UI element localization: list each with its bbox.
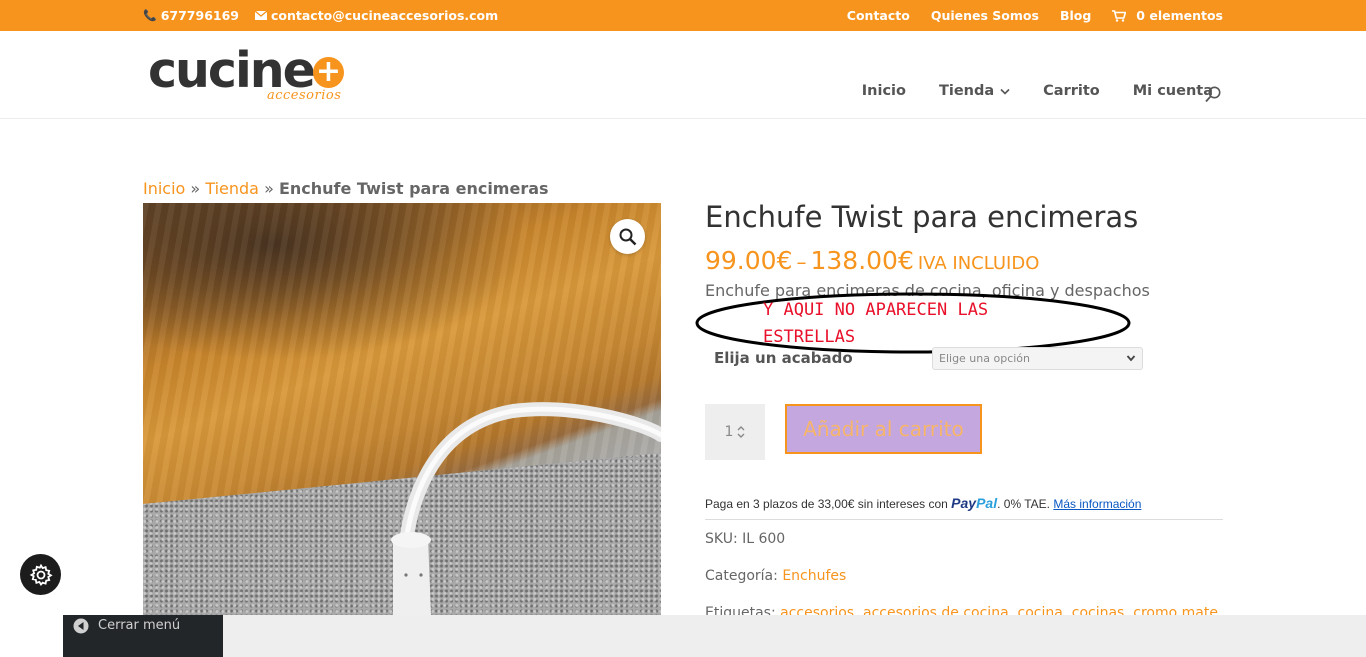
breadcrumb: Inicio » Tienda » Enchufe Twist para enc… — [143, 179, 549, 198]
settings-button[interactable] — [20, 554, 61, 595]
email-contact[interactable]: contacto@cucineaccesorios.com — [254, 8, 499, 23]
category-label: Categoría: — [705, 568, 778, 584]
paypal-more-info-link[interactable]: Más información — [1053, 497, 1141, 511]
price-dash: – — [796, 250, 807, 274]
logo-subtitle: accesorios — [267, 88, 342, 103]
site-header: cucine + accesorios Inicio Tienda Carrit… — [0, 31, 1366, 119]
phone-contact[interactable]: 📞 677796169 — [143, 8, 239, 23]
nav-item-carrito[interactable]: Carrito — [1043, 83, 1100, 99]
variant-label: Elija un acabado — [714, 349, 853, 367]
sku-label: SKU: — [705, 531, 738, 547]
breadcrumb-current: Enchufe Twist para encimeras — [278, 179, 549, 198]
nav-item-tienda[interactable]: Tienda — [939, 83, 1010, 99]
breadcrumb-shop[interactable]: Tienda — [205, 179, 259, 198]
category-link[interactable]: Enchufes — [782, 568, 846, 584]
search-icon[interactable] — [1205, 86, 1221, 103]
zoom-icon — [619, 228, 636, 245]
product-title: Enchufe Twist para encimeras — [705, 200, 1139, 234]
product-category: Categoría: Enchufes — [705, 568, 846, 584]
nav-item-inicio[interactable]: Inicio — [862, 83, 906, 99]
variant-select-value: Elige una opción — [939, 352, 1031, 365]
site-logo[interactable]: cucine + accesorios — [148, 42, 348, 108]
email-address: contacto@cucineaccesorios.com — [270, 8, 499, 23]
annotation-line: Y AQUI NO APARECEN LAS — [763, 300, 989, 320]
mail-icon — [254, 11, 267, 20]
topbar-link-blog[interactable]: Blog — [1060, 8, 1091, 23]
breadcrumb-separator: » — [185, 179, 206, 198]
arrow-left-icon — [73, 618, 89, 634]
quantity-value: 1 — [724, 424, 734, 440]
main-nav: Inicio Tienda Carrito Mi cuenta — [862, 83, 1213, 99]
breadcrumb-separator: » — [258, 179, 279, 198]
product-price: 99.00€ –138.00€ IVA INCLUIDO — [705, 246, 1039, 275]
topbar-link-quienes-somos[interactable]: Quienes Somos — [931, 8, 1039, 23]
bottom-panel — [63, 615, 1366, 657]
price-suffix: IVA INCLUIDO — [917, 253, 1040, 274]
quantity-stepper[interactable]: 1 — [705, 404, 765, 460]
chevron-down-icon — [1126, 355, 1136, 362]
paypal-logo-pay: Pay — [951, 495, 977, 511]
paypal-text: Paga en 3 plazos de 33,00€ sin intereses… — [705, 497, 952, 511]
divider — [705, 519, 1223, 520]
close-menu-label: Cerrar menú — [98, 618, 181, 633]
add-to-cart-button[interactable]: Añadir al carrito — [785, 404, 982, 454]
phone-number: 677796169 — [160, 8, 239, 23]
product-image-cable — [391, 402, 661, 615]
phone-icon: 📞 — [143, 9, 157, 22]
nav-item-tienda-label: Tienda — [938, 83, 995, 99]
chevron-down-icon — [1000, 88, 1010, 95]
variant-select[interactable]: Elige una opción — [932, 347, 1143, 370]
stepper-arrows-icon — [737, 426, 745, 438]
price-min: 99.00€ — [705, 246, 793, 275]
cart-icon — [1112, 9, 1127, 22]
sku-value: IL 600 — [742, 531, 786, 547]
close-menu-button[interactable]: Cerrar menú — [63, 615, 223, 657]
gear-icon — [29, 563, 53, 586]
paypal-tae: . 0% TAE. — [997, 497, 1054, 511]
zoom-button[interactable] — [610, 219, 645, 254]
breadcrumb-home[interactable]: Inicio — [143, 179, 185, 198]
annotation-note: Y AQUI NO APARECEN LAS ESTRELLAS — [763, 297, 988, 351]
paypal-installments: Paga en 3 plazos de 33,00€ sin intereses… — [705, 495, 1141, 511]
topbar-link-contacto[interactable]: Contacto — [847, 8, 910, 23]
product-sku: SKU: IL 600 — [705, 531, 785, 547]
nav-item-mi-cuenta[interactable]: Mi cuenta — [1133, 83, 1213, 99]
paypal-logo-pal: Pal — [976, 495, 998, 511]
cart-count: 0 elementos — [1136, 8, 1223, 23]
top-bar: 📞 677796169 contacto@cucineaccesorios.co… — [0, 0, 1366, 31]
topbar-cart[interactable]: 0 elementos — [1112, 8, 1223, 23]
logo-plus-icon: + — [313, 57, 344, 88]
product-image[interactable] — [143, 203, 661, 615]
price-max: 138.00€ — [810, 246, 914, 275]
